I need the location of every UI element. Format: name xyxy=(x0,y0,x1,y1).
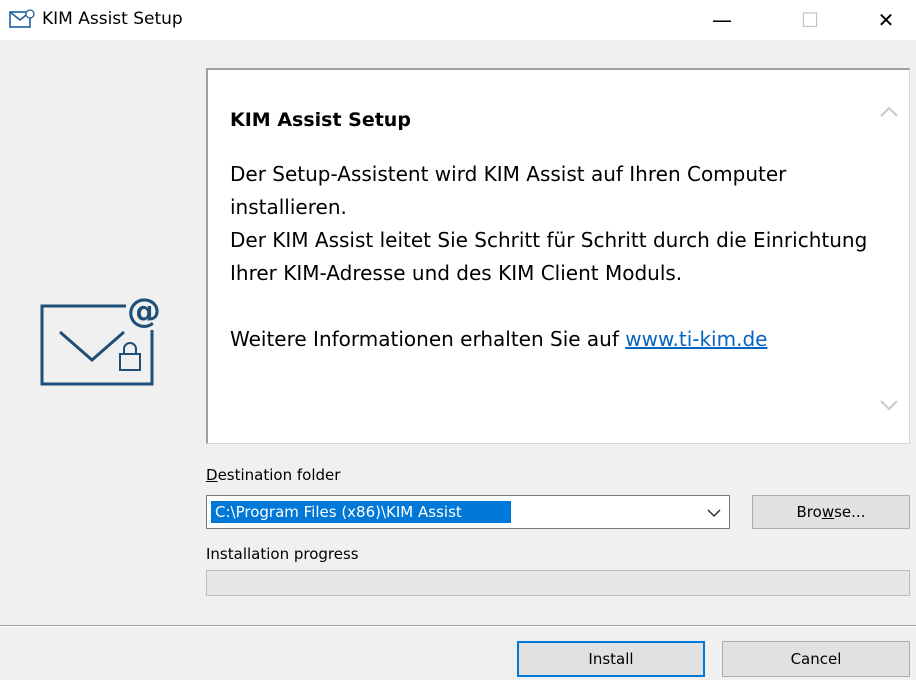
info-heading: KIM Assist Setup xyxy=(230,109,411,131)
window-title: KIM Assist Setup xyxy=(42,9,183,29)
browse-button[interactable]: Bro w se... xyxy=(752,495,910,529)
minimize-icon: — xyxy=(712,8,732,32)
installation-progress-bar xyxy=(206,570,910,596)
destination-label-accesskey: D xyxy=(206,466,218,484)
info-more-line: Weitere Informationen erhalten Sie auf w… xyxy=(230,323,870,356)
destination-label-rest: estination folder xyxy=(217,466,341,484)
browse-label-accesskey: w xyxy=(821,503,835,521)
close-icon: ✕ xyxy=(877,8,895,32)
separator xyxy=(0,625,916,627)
minimize-button[interactable]: — xyxy=(692,0,752,40)
envelope-icon xyxy=(9,9,35,28)
info-paragraph-1: Der Setup-Assistent wird KIM Assist auf … xyxy=(230,162,787,219)
cancel-button[interactable]: Cancel xyxy=(722,641,910,677)
info-content: KIM Assist Setup Der Setup-Assistent wir… xyxy=(230,104,870,356)
maximize-icon: ☐ xyxy=(801,8,819,32)
destination-folder-value: C:\Program Files (x86)\KIM Assist xyxy=(211,501,511,523)
info-more-text: Weitere Informationen erhalten Sie auf xyxy=(230,327,626,351)
installation-progress-label: Installation progress xyxy=(206,545,359,563)
website-link[interactable]: www.ti-kim.de xyxy=(625,327,767,351)
install-button[interactable]: Install xyxy=(517,641,705,677)
title-bar: KIM Assist Setup — ☐ ✕ xyxy=(0,0,916,40)
browse-label-prefix: Bro xyxy=(796,503,822,521)
scroll-up-button[interactable] xyxy=(879,102,899,122)
scroll-down-button[interactable] xyxy=(879,395,899,415)
chevron-down-icon xyxy=(880,400,898,411)
close-button[interactable]: ✕ xyxy=(856,0,916,40)
destination-folder-label: Destination folder xyxy=(206,466,340,484)
info-panel[interactable]: KIM Assist Setup Der Setup-Assistent wir… xyxy=(206,68,910,444)
chevron-down-icon xyxy=(707,509,721,518)
svg-text:@: @ xyxy=(127,291,161,331)
destination-folder-combobox[interactable]: C:\Program Files (x86)\KIM Assist xyxy=(206,495,730,529)
chevron-up-icon xyxy=(880,106,898,117)
kim-mail-logo-icon: @ xyxy=(40,291,162,386)
info-paragraph-2: Der KIM Assist leitet Sie Schritt für Sc… xyxy=(230,228,868,285)
maximize-button: ☐ xyxy=(780,0,840,40)
browse-label-rest: se... xyxy=(834,503,866,521)
